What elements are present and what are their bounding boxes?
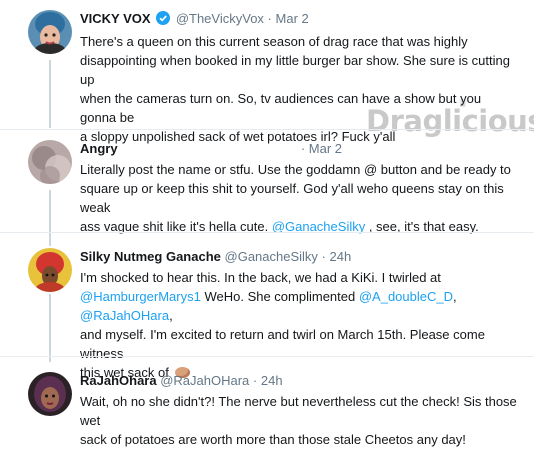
- author-handle[interactable]: @GanacheSilky: [225, 249, 318, 264]
- mention-link[interactable]: @A_doubleC_D: [359, 289, 453, 304]
- author-handle[interactable]: @TheVickyVox: [176, 11, 264, 26]
- tweet[interactable]: RaJahOhara @RaJahOHara · 24h Wait, oh no…: [0, 372, 534, 452]
- separator: ·: [300, 141, 306, 156]
- avatar[interactable]: [28, 10, 72, 54]
- avatar[interactable]: [28, 248, 72, 292]
- separator: ·: [252, 373, 258, 388]
- tweet-text: Literally post the name or stfu. Use the…: [80, 162, 511, 234]
- mention-link[interactable]: @RaJahOHara: [80, 308, 169, 323]
- separator: ·: [267, 11, 272, 26]
- author-name[interactable]: VICKY VOX: [80, 11, 151, 26]
- author-name[interactable]: RaJahOhara: [80, 373, 157, 388]
- author-handle[interactable]: @RaJahOHara: [160, 373, 249, 388]
- separator: ·: [321, 249, 326, 264]
- author-name[interactable]: Angry: [80, 141, 118, 156]
- avatar[interactable]: [28, 140, 72, 184]
- divider: [0, 356, 534, 357]
- tweet[interactable]: VICKY VOX @TheVickyVox · Mar 2 There's a…: [0, 10, 534, 144]
- timestamp[interactable]: 24h: [330, 249, 352, 264]
- timestamp[interactable]: 24h: [261, 373, 283, 388]
- timestamp[interactable]: Mar 2: [309, 141, 342, 156]
- tweet-text: Wait, oh no she didn't?! The nerve but n…: [80, 394, 517, 447]
- author-name[interactable]: Silky Nutmeg Ganache: [80, 249, 221, 264]
- tweet[interactable]: Angry · Mar 2 Literally post the name or…: [0, 140, 534, 234]
- divider: [0, 232, 534, 233]
- verified-badge-icon: [156, 11, 171, 30]
- divider: [0, 129, 534, 130]
- timestamp[interactable]: Mar 2: [276, 11, 309, 26]
- tweet-text: I'm shocked to hear this. In the back, w…: [80, 270, 485, 380]
- avatar[interactable]: [28, 372, 72, 416]
- tweet[interactable]: Silky Nutmeg Ganache @GanacheSilky · 24h…: [0, 248, 534, 380]
- mention-link[interactable]: @HamburgerMarys1: [80, 289, 201, 304]
